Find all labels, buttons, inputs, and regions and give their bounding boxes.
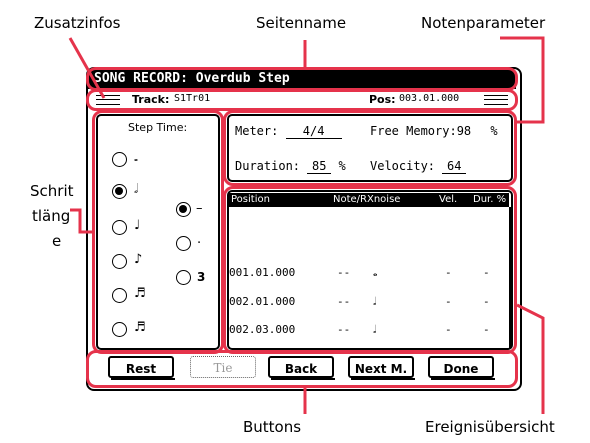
- highlight-params: [223, 110, 517, 186]
- highlight-info-bar: [86, 89, 518, 111]
- callout-zusatzinfos: Zusatzinfos: [34, 14, 121, 32]
- callout-schrittlaenge-2: tläng: [32, 207, 71, 225]
- callout-ereignisuebersicht: Ereignisübersicht: [425, 418, 555, 436]
- highlight-events: [223, 186, 517, 354]
- callout-notenparameter: Notenparameter: [421, 14, 546, 32]
- callout-schrittlaenge-1: Schrit: [30, 182, 74, 200]
- callout-buttons: Buttons: [243, 418, 302, 436]
- highlight-title: [86, 67, 518, 91]
- highlight-buttons: [86, 350, 518, 388]
- callout-seitenname: Seitenname: [256, 14, 347, 32]
- highlight-step-time: [92, 110, 224, 354]
- callout-schrittlaenge-3: e: [52, 232, 62, 250]
